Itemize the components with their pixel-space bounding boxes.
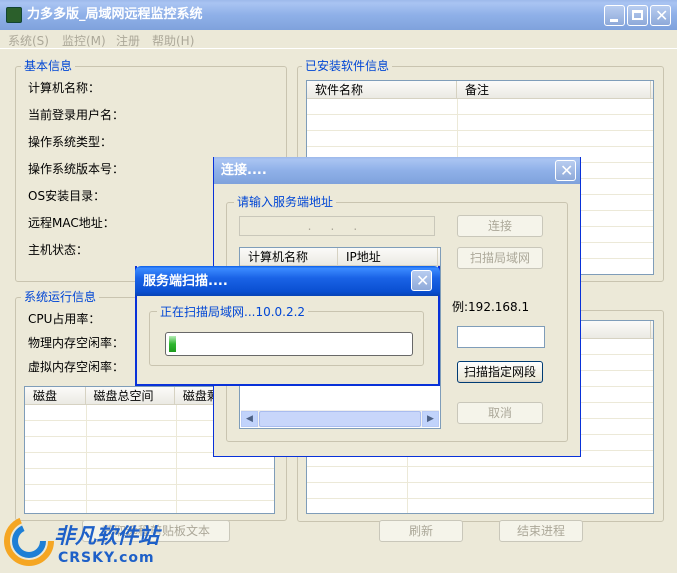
scan-close-button[interactable]: ✕ [411,270,432,291]
computer-name-label: 计算机名称： [28,81,101,95]
scroll-left-arrow-icon[interactable]: ◀ [241,411,258,427]
connect-dialog-title: 连接.... [221,163,267,178]
runtime-title: 系统运行信息 [21,290,100,304]
scan-dialog: 服务端扫描.... ✕ 正在扫描局域网...10.0.2.2 [135,266,440,386]
ip-example-text: 例:192.168.1 [452,300,530,314]
scan-segment-button[interactable]: 扫描指定网段 [457,361,543,383]
app-icon [6,7,22,23]
os-dir-label: OS安装目录： [28,189,106,203]
close-icon: ✕ [416,271,430,290]
scan-titlebar[interactable]: 服务端扫描.... ✕ [135,266,440,296]
connect-titlebar[interactable]: 连接.... ✕ [214,157,580,184]
virtual-memory-label: 虚拟内存空闲率： [28,360,125,374]
maximize-icon [632,10,643,20]
cancel-button[interactable]: 取消 [457,402,543,424]
scroll-thumb[interactable] [259,411,421,427]
disk-column[interactable]: 磁盘 [25,387,86,404]
refresh-button[interactable]: 刷新 [379,520,463,542]
cpu-label: CPU占用率： [28,312,101,326]
current-user-label: 当前登录用户名： [28,108,125,122]
watermark-site: CRSKY.com [58,550,155,566]
maximize-button[interactable] [627,5,648,26]
minimize-icon [610,19,618,22]
close-icon: ✕ [560,161,574,180]
menu-system[interactable]: 系统(S) [8,32,49,49]
main-window-title: 力多多版_局域网远程监控系统 [27,7,203,22]
segment-input[interactable] [457,326,545,348]
horizontal-scrollbar[interactable]: ◀ ▶ [241,410,439,427]
close-icon: ✕ [655,6,669,25]
scan-progress-fill [169,336,177,352]
disk-total-column[interactable]: 磁盘总空间 [86,387,175,404]
close-button[interactable]: ✕ [650,5,671,26]
scan-progress-bar [165,332,413,356]
basic-info-title: 基本信息 [21,59,76,73]
server-address-title: 请输入服务端地址 [234,195,337,209]
scan-dialog-title: 服务端扫描.... [143,274,228,289]
main-titlebar[interactable]: 力多多版_局域网远程监控系统 ✕ [0,0,677,30]
host-status-label: 主机状态： [28,243,89,257]
watermark-brand: 非凡软件站 [54,524,159,548]
scroll-right-arrow-icon[interactable]: ▶ [422,411,439,427]
minimize-button[interactable] [604,5,625,26]
end-process-button[interactable]: 结束进程 [499,520,583,542]
ip-address-input[interactable]: . . . [239,216,435,236]
connect-button[interactable]: 连接 [457,215,543,237]
os-type-label: 操作系统类型： [28,135,113,149]
ip-address-column[interactable]: IP地址 [338,248,438,265]
software-note-column[interactable]: 备注 [457,81,651,98]
physical-memory-label: 物理内存空闲率： [28,336,125,350]
menu-help[interactable]: 帮助(H) [152,32,194,49]
crsky-logo: 非凡软件站 CRSKY.com [0,512,170,573]
computer-name-column[interactable]: 计算机名称 [240,248,338,265]
mac-label: 远程MAC地址： [28,216,115,230]
connect-close-button[interactable]: ✕ [555,160,576,181]
scan-lan-button[interactable]: 扫描局域网 [457,247,543,269]
menu-register[interactable]: 注册 [116,32,140,49]
software-name-column[interactable]: 软件名称 [307,81,457,98]
menu-bar: 系统(S) 监控(M) 注册 帮助(H) [0,30,677,49]
software-title: 已安装软件信息 [302,59,393,73]
menu-monitor[interactable]: 监控(M) [62,32,106,49]
scanning-status-text: 正在扫描局域网...10.0.2.2 [157,305,309,319]
os-version-label: 操作系统版本号： [28,162,125,176]
crsky-logo-icon [4,516,54,566]
